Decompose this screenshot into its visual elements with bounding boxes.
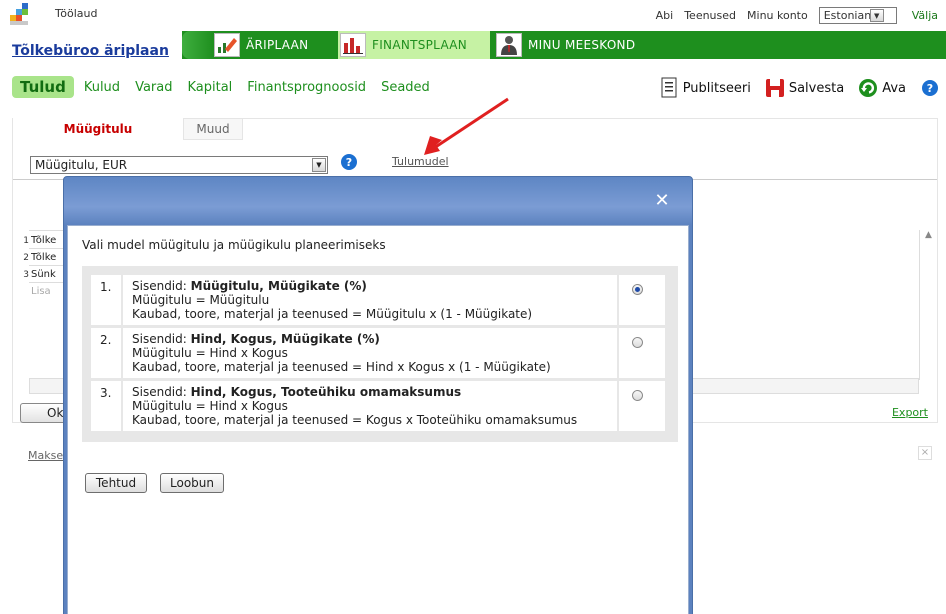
option-description: Sisendid: Hind, Kogus, Tooteühiku omamak… xyxy=(123,381,617,431)
option-inputs: Hind, Kogus, Tooteühiku omamaksumus xyxy=(190,385,462,399)
makse-link[interactable]: Makse xyxy=(28,449,63,462)
subnav-item-kapital[interactable]: Kapital xyxy=(187,80,232,95)
close-icon[interactable]: × xyxy=(918,446,932,460)
subnav-item-tulud[interactable]: Tulud xyxy=(12,76,74,98)
option-number: 3. xyxy=(91,381,121,431)
option-formula-2: Kaubad, toore, materjal ja teenused = Hi… xyxy=(132,360,551,374)
option-number: 2. xyxy=(91,328,121,378)
module-label: ÄRIPLAAN xyxy=(246,38,309,52)
option-formula-2: Kaubad, toore, materjal ja teenused = Ko… xyxy=(132,413,578,427)
option-description: Sisendid: Müügitulu, Müügikate (%) Müügi… xyxy=(123,275,617,325)
row-number: 2 xyxy=(23,253,29,263)
option-formula-1: Müügitulu = Hind x Kogus xyxy=(132,399,288,413)
tab-other[interactable]: Muud xyxy=(183,118,243,140)
bar-chart-icon xyxy=(340,33,366,57)
grid-vertical-scrollbar[interactable]: ▲ xyxy=(919,230,937,380)
save-icon xyxy=(765,79,784,97)
option-formula-1: Müügitulu = Hind x Kogus xyxy=(132,346,288,360)
revenue-type-select[interactable]: Müügitulu, EUR ▼ xyxy=(30,156,328,174)
tab-sales-revenue[interactable]: Müügitulu xyxy=(13,118,183,140)
model-option-1[interactable]: 1. Sisendid: Müügitulu, Müügikate (%) Mü… xyxy=(91,275,667,327)
row-number: 3 xyxy=(23,270,29,280)
revenue-type-value: Müügitulu, EUR xyxy=(35,158,128,172)
module-financial-plan[interactable]: FINANTSPLAAN xyxy=(338,31,490,59)
model-radio-3[interactable] xyxy=(632,390,643,401)
document-icon xyxy=(661,77,677,98)
model-option-3[interactable]: 3. Sisendid: Hind, Kogus, Tooteühiku oma… xyxy=(91,381,667,433)
pencil-chart-icon xyxy=(214,33,240,57)
module-my-team[interactable]: MINU MEESKOND xyxy=(496,31,656,59)
logout-link[interactable]: Välja xyxy=(912,9,938,22)
cancel-button[interactable]: Loobun xyxy=(160,473,224,493)
language-value: Estonian xyxy=(823,8,872,22)
help-link[interactable]: Abi xyxy=(656,9,674,22)
subnav-item-varad[interactable]: Varad xyxy=(135,80,172,95)
option-formula-1: Müügitulu = Müügitulu xyxy=(132,293,270,307)
row-number: 1 xyxy=(23,236,29,246)
top-navigation: Abi Teenused Minu konto Estonian ▼ Välja xyxy=(656,5,946,25)
close-icon[interactable]: ✕ xyxy=(652,191,672,211)
help-icon: ? xyxy=(922,80,938,96)
revenue-model-dialog: ✕ Vali mudel müügitulu ja müügikulu plan… xyxy=(63,176,693,614)
option-number: 1. xyxy=(91,275,121,325)
module-band: Tõlkebüroo äriplaan ÄRIPLAAN FINANTSPLAA… xyxy=(0,31,946,59)
model-radio-1[interactable] xyxy=(632,284,643,295)
publish-label: Publitseeri xyxy=(682,80,751,96)
model-radio-2[interactable] xyxy=(632,337,643,348)
help-icon[interactable]: ? xyxy=(341,154,357,170)
option-prefix: Sisendid: xyxy=(132,279,191,293)
option-prefix: Sisendid: xyxy=(132,332,191,346)
services-link[interactable]: Teenused xyxy=(684,9,736,22)
module-business-plan[interactable]: ÄRIPLAAN xyxy=(214,31,338,59)
subnav-item-finantsprognoosid[interactable]: Finantsprognoosid xyxy=(247,80,366,95)
app-logo-icon[interactable] xyxy=(8,3,38,27)
model-options: 1. Sisendid: Müügitulu, Müügikate (%) Mü… xyxy=(82,266,678,442)
option-inputs: Hind, Kogus, Müügikate (%) xyxy=(190,332,380,346)
option-radio-cell xyxy=(619,381,665,431)
dialog-body: Vali mudel müügitulu ja müügikulu planee… xyxy=(67,225,689,614)
save-button[interactable]: Salvesta xyxy=(765,77,844,99)
module-label: FINANTSPLAAN xyxy=(372,38,468,52)
chevron-down-icon: ▼ xyxy=(312,158,326,172)
top-bar: Töölaud Abi Teenused Minu konto Estonian… xyxy=(0,0,946,30)
option-radio-cell xyxy=(619,328,665,378)
action-toolbar: Publitseeri Salvesta Ava ? xyxy=(645,75,938,101)
refresh-arrow-icon xyxy=(859,79,878,97)
open-label: Ava xyxy=(882,80,906,96)
module-bar-edge xyxy=(182,31,214,59)
export-link[interactable]: Export xyxy=(892,406,928,419)
person-icon xyxy=(496,33,522,57)
option-radio-cell xyxy=(619,275,665,325)
option-formula-2: Kaubad, toore, materjal ja teenused = Mü… xyxy=(132,307,533,321)
option-inputs: Müügitulu, Müügikate (%) xyxy=(190,279,367,293)
language-select[interactable]: Estonian ▼ xyxy=(818,6,897,24)
plan-title[interactable]: Tõlkebüroo äriplaan xyxy=(12,43,169,59)
annotation-arrow-icon xyxy=(424,97,509,155)
model-option-2[interactable]: 2. Sisendid: Hind, Kogus, Müügikate (%) … xyxy=(91,328,667,380)
my-account-link[interactable]: Minu konto xyxy=(747,9,808,22)
done-button[interactable]: Tehtud xyxy=(85,473,147,493)
option-description: Sisendid: Hind, Kogus, Müügikate (%) Müü… xyxy=(123,328,617,378)
help-button[interactable]: ? xyxy=(922,80,938,96)
open-button[interactable]: Ava xyxy=(858,77,906,99)
module-label: MINU MEESKOND xyxy=(528,38,636,52)
chevron-down-icon: ▼ xyxy=(869,8,884,22)
home-link[interactable]: Töölaud xyxy=(55,7,98,20)
finance-subnav: Tulud Kulud Varad Kapital Finantsprognoo… xyxy=(12,75,445,99)
publish-button[interactable]: Publitseeri xyxy=(659,77,751,99)
module-bar: ÄRIPLAAN FINANTSPLAAN MINU MEESKOND xyxy=(182,31,946,59)
save-label: Salvesta xyxy=(788,80,845,96)
option-prefix: Sisendid: xyxy=(132,385,191,399)
dialog-intro: Vali mudel müügitulu ja müügikulu planee… xyxy=(82,238,386,252)
subnav-item-kulud[interactable]: Kulud xyxy=(84,80,120,95)
subnav-item-seaded[interactable]: Seaded xyxy=(381,80,430,95)
